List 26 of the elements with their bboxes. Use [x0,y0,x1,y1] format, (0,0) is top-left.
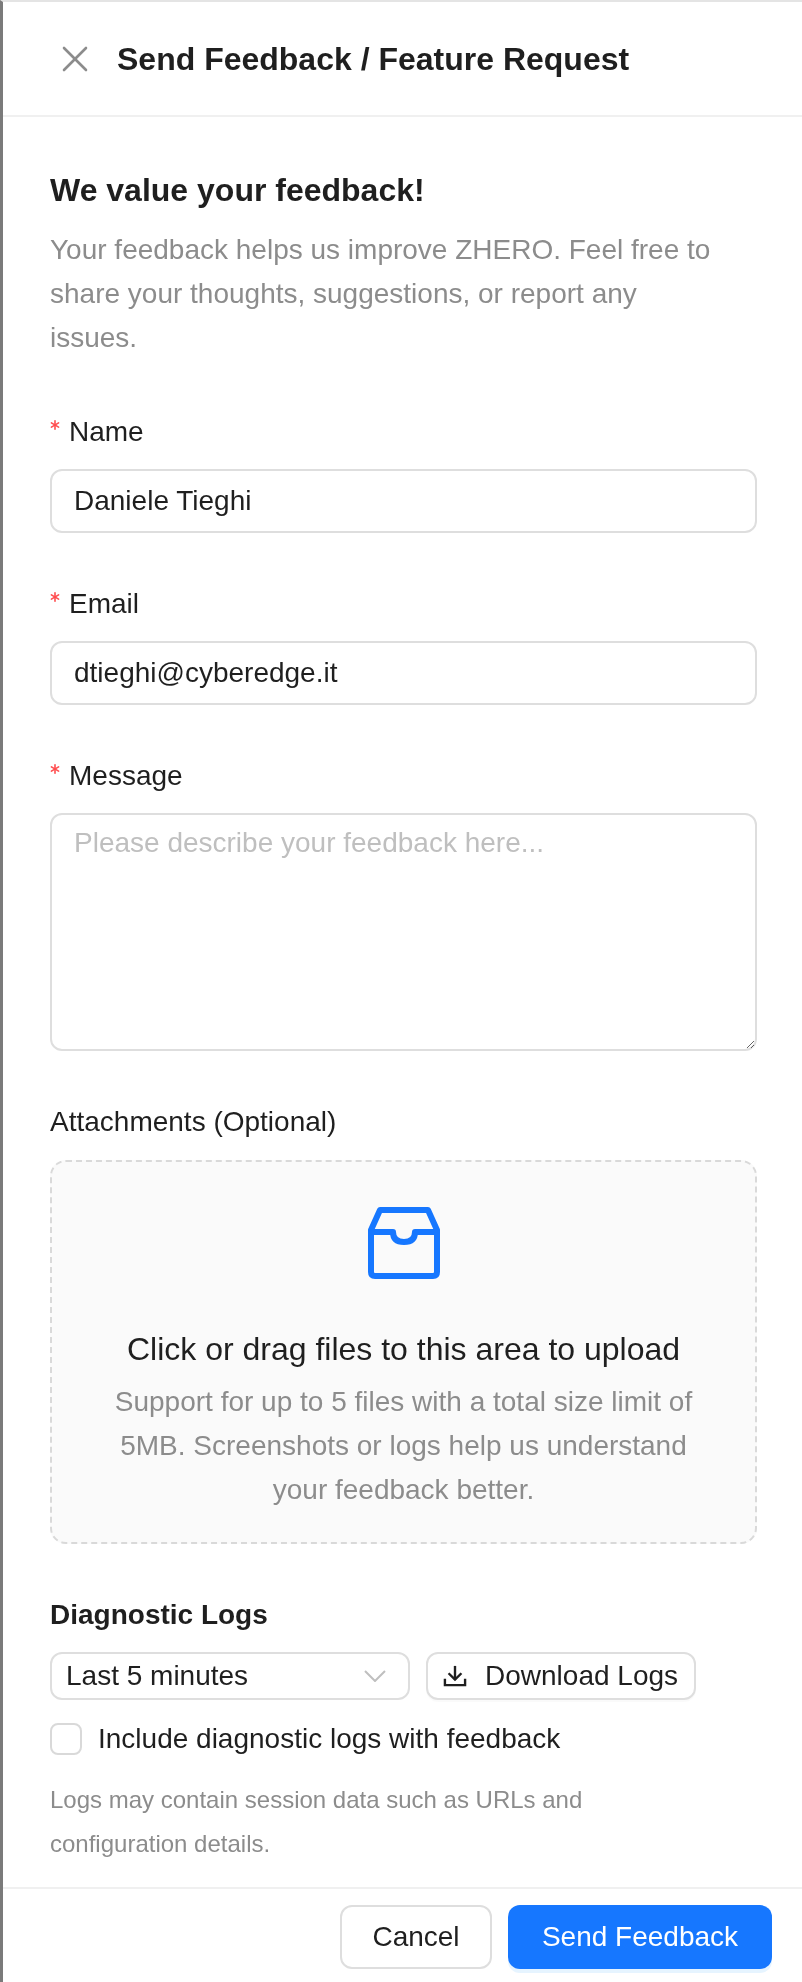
textarea-input[interactable]: Please describe your feedback here... [50,813,757,1051]
text-input[interactable]: Daniele Tieghi [50,469,757,533]
diagnostic-logs-heading: Diagnostic Logs [50,1598,269,1632]
field-label: Message [69,759,183,793]
text-input[interactable]: dtieghi@cyberedge.it [50,641,757,705]
upload-title: Click or drag files to this area to upload [126,1330,681,1369]
field-label: Name [69,415,144,449]
cancel-button[interactable]: Cancel [340,1905,492,1969]
chevron-down-icon [364,1670,386,1682]
time-range-select[interactable]: Last 5 minutes [50,1652,410,1700]
inbox-icon [367,1206,440,1280]
checkbox[interactable] [50,1723,82,1755]
download-logs-button[interactable]: Download Logs [426,1652,697,1700]
checkbox-label[interactable]: Include diagnostic logs with feedback [98,1717,561,1761]
drawer-title: Send Feedback / Feature Request [117,39,630,79]
send-feedback-button[interactable]: Send Feedback [508,1905,772,1969]
logs-note: Logs may contain session data such as URLs and configuration details. [50,1785,584,1859]
intro-heading: We value your feedback! [50,171,426,210]
upload-hint: Support for up to 5 files with a total size limit of 5MB. Screenshots or logs help us understand your feedback better. [113,1385,694,1507]
close-button[interactable] [61,44,89,73]
close-icon [62,45,88,72]
download-icon [443,1665,467,1687]
attachments-label: Attachments (Optional) [50,1105,338,1139]
upload-dropzone[interactable]: Click or drag files to this area to upload Support for up to 5 files with a total size limit of 5MB. Screenshots or logs help us understand your feedback better. [50,1160,757,1544]
field-label: Email [69,587,139,621]
intro-text: Your feedback helps us improve ZHERO. Feel free to share your thoughts, suggestions, or report any issues. [50,233,712,355]
